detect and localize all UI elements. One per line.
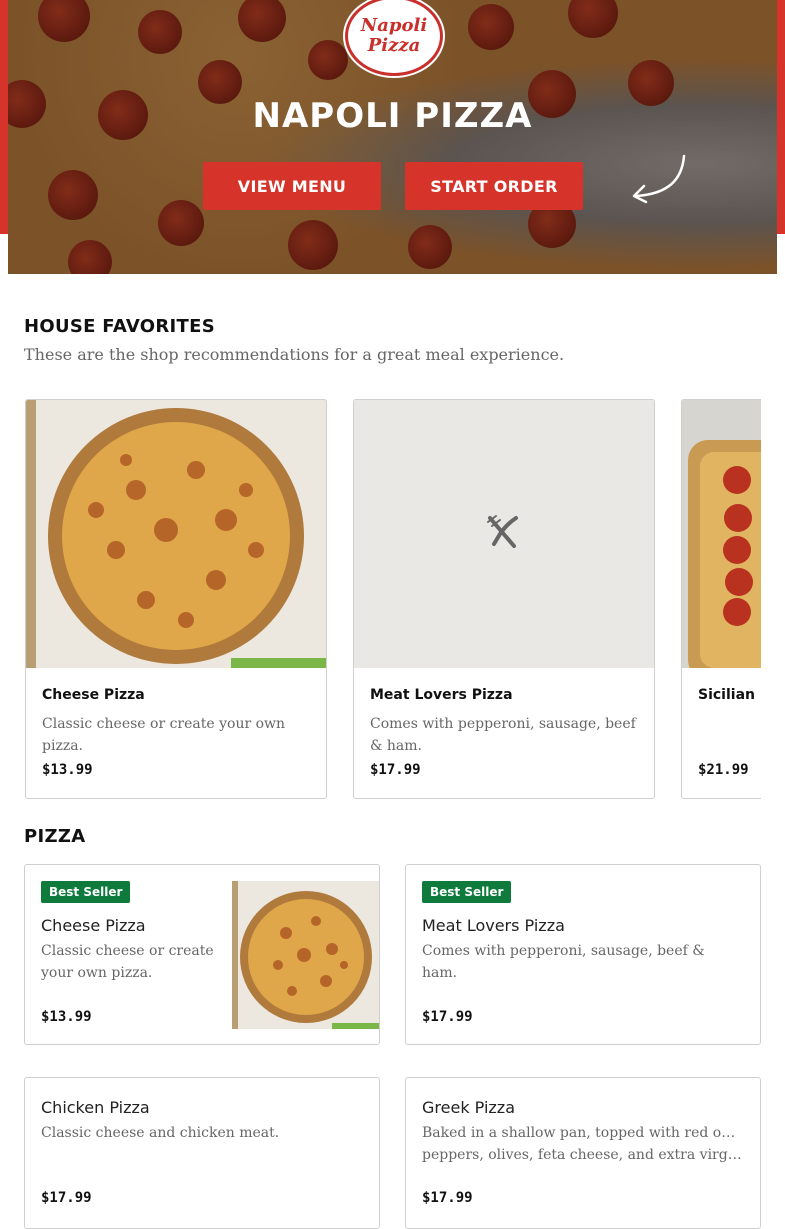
favorite-price: $13.99: [42, 762, 93, 778]
menu-item-chicken-pizza[interactable]: Chicken Pizza Classic cheese and chicken…: [24, 1077, 380, 1229]
favorite-desc: Comes with pepperoni, sausage, beef & ha…: [370, 716, 636, 754]
page-title: NAPOLI PIZZA: [252, 96, 533, 136]
logo-text-line1: Napoli: [360, 15, 428, 36]
best-seller-badge: Best Seller: [41, 881, 131, 903]
item-name: Cheese Pizza: [41, 916, 146, 935]
item-price: $17.99: [41, 1190, 92, 1206]
favorite-name: Sicilian P: [698, 687, 761, 703]
view-menu-button[interactable]: VIEW MENU: [203, 162, 381, 210]
item-price: $13.99: [41, 1009, 92, 1025]
favorite-name: Cheese Pizza: [42, 687, 145, 703]
utensils-placeholder-icon: [487, 515, 518, 548]
item-desc: Classic cheese and chicken meat.: [41, 1125, 280, 1141]
item-name: Greek Pizza: [422, 1098, 516, 1117]
favorites-carousel[interactable]: Cheese Pizza Classic cheese or create yo…: [24, 398, 761, 800]
item-price: $17.99: [422, 1190, 473, 1206]
curved-arrow-icon: [632, 154, 686, 204]
favorite-price: $17.99: [370, 762, 421, 778]
item-price: $17.99: [422, 1009, 473, 1025]
start-order-button[interactable]: START ORDER: [405, 162, 583, 210]
image-placeholder: [354, 400, 654, 668]
item-desc: Comes with pepperoni, sausage, beef & ha…: [422, 943, 705, 981]
pizza-section-title: PIZZA: [24, 826, 86, 847]
menu-item-meat-lovers-pizza[interactable]: Best Seller Meat Lovers Pizza Comes with…: [405, 864, 761, 1045]
menu-item-greek-pizza[interactable]: Greek Pizza Baked in a shallow pan, topp…: [405, 1077, 761, 1229]
cheese-pizza-thumbnail: [232, 881, 379, 1029]
favorite-desc: Classic cheese or create your own pizza.: [42, 716, 286, 754]
best-seller-badge: Best Seller: [422, 881, 512, 903]
sicilian-pizza-photo: [682, 400, 761, 668]
item-desc-line1: Baked in a shallow pan, topped with red …: [422, 1125, 744, 1141]
menu-item-cheese-pizza[interactable]: Best Seller Cheese Pizza Classic cheese …: [24, 864, 380, 1045]
favorite-price: $21.99: [698, 762, 749, 778]
favorites-subtitle: These are the shop recommendations for a…: [24, 345, 565, 364]
favorite-card-sicilian-pizza[interactable]: Sicilian P $21.99: [681, 399, 761, 799]
favorites-title: HOUSE FAVORITES: [24, 316, 215, 337]
item-name: Meat Lovers Pizza: [422, 916, 565, 935]
favorite-name: Meat Lovers Pizza: [370, 687, 513, 703]
item-desc: Classic cheese or create your own pizza.: [41, 943, 214, 981]
item-name: Chicken Pizza: [41, 1098, 150, 1117]
logo-text-line2: Pizza: [367, 35, 421, 56]
favorite-card-cheese-pizza[interactable]: Cheese Pizza Classic cheese or create yo…: [25, 399, 327, 799]
cheese-pizza-photo: [26, 400, 326, 668]
favorite-card-meat-lovers-pizza[interactable]: Meat Lovers Pizza Comes with pepperoni, …: [353, 399, 655, 799]
item-desc-line2: peppers, olives, feta cheese, and extra …: [422, 1147, 744, 1163]
